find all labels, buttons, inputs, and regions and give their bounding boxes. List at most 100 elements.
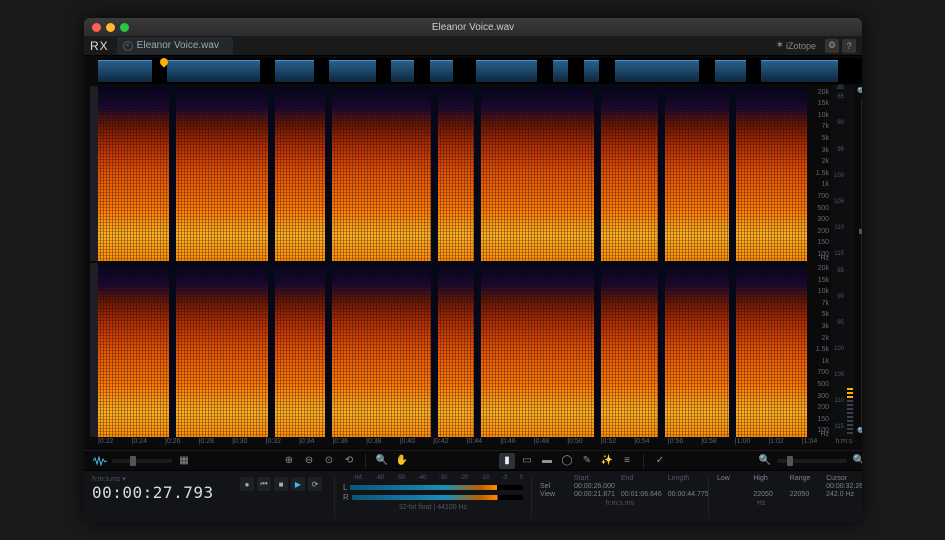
time-tick: |0:32 — [266, 438, 300, 450]
time-tick: |0:58 — [701, 438, 735, 450]
freq-tick: 15k — [818, 277, 829, 284]
freq-tick: 5k — [822, 311, 829, 318]
time-format-label[interactable]: h:m:s.ms ▾ — [92, 475, 232, 483]
meter-r-label: R — [343, 493, 349, 502]
spectrogram-view-icon[interactable]: ▦ — [176, 453, 192, 469]
spectrogram-top[interactable] — [98, 86, 807, 261]
waveform-view-icon[interactable] — [92, 453, 108, 469]
instant-process-icon[interactable]: ✓ — [652, 453, 668, 469]
horiz-zoom-slider[interactable] — [777, 459, 847, 463]
time-tick: |0:30 — [232, 438, 266, 450]
freq-tick: 15k — [818, 100, 829, 107]
time-tick: |0:36 — [333, 438, 367, 450]
time-tick: |0:22 — [98, 438, 132, 450]
zoom-sel-icon[interactable]: ⊙ — [321, 453, 337, 469]
time-tick: |0:46 — [500, 438, 534, 450]
loop-button[interactable]: ⟳ — [308, 477, 322, 491]
status-bar: h:m:s.ms ▾ 00:00:27.793 ● ⏮ ■ ▶ ⟳ -Inf.-… — [84, 470, 862, 522]
close-tab-icon[interactable]: × — [123, 41, 133, 51]
freq-tick: 2k — [822, 335, 829, 342]
brand-glyph-icon: ✶ — [776, 40, 784, 51]
freq-tick: 500 — [817, 205, 829, 212]
freq-tick: 20k — [818, 265, 829, 272]
gear-icon: ⚙ — [828, 40, 836, 51]
time-counter: 00:00:27.793 — [92, 483, 232, 502]
time-tick: |0:42 — [433, 438, 467, 450]
file-tab[interactable]: × Eleanor Voice.wav — [117, 37, 233, 55]
time-tick: |0:34 — [299, 438, 333, 450]
time-ruler[interactable]: |0:22|0:24|0:26|0:28|0:30|0:32|0:34|0:36… — [98, 438, 862, 450]
brush-select-icon[interactable]: ✎ — [579, 453, 595, 469]
freq-tick: 200 — [817, 228, 829, 235]
time-tick: |0:28 — [199, 438, 233, 450]
freq-tick: 700 — [817, 193, 829, 200]
time-tick: |0:52 — [601, 438, 635, 450]
zoom-freq-icon[interactable]: ⊖ — [301, 453, 317, 469]
meter-l — [350, 485, 523, 490]
file-tab-label: Eleanor Voice.wav — [137, 40, 219, 51]
time-tick: |0:50 — [567, 438, 601, 450]
app-logo: RX — [90, 39, 109, 53]
freq-tick: 1k — [822, 358, 829, 365]
spectrogram-bottom[interactable] — [98, 263, 807, 438]
meter-r — [352, 495, 523, 500]
time-tick: |1:00 — [735, 438, 769, 450]
meter-l-label: L — [343, 483, 347, 492]
record-button[interactable]: ● — [240, 477, 254, 491]
freq-tick: 700 — [817, 369, 829, 376]
horiz-zoom-fit-icon[interactable]: 🔍 — [851, 453, 862, 469]
titlebar: Eleanor Voice.wav — [84, 18, 862, 36]
rewind-button[interactable]: ⏮ — [257, 477, 271, 491]
freq-select-icon[interactable]: ▬ — [539, 453, 555, 469]
freq-tick: 300 — [817, 216, 829, 223]
freq-tick: 20k — [818, 89, 829, 96]
wand-select-icon[interactable]: ✨ — [599, 453, 615, 469]
stop-button[interactable]: ■ — [274, 477, 288, 491]
main-editor: 20k15k10k7k5k3k2k1.5k1k70050030020015010… — [84, 56, 862, 522]
grab-tool-icon[interactable]: ✋ — [394, 453, 410, 469]
freq-tick: 10k — [818, 288, 829, 295]
zoom-in-icon[interactable]: 🔍 — [857, 87, 862, 96]
time-tick: h:m:s — [835, 438, 862, 450]
time-tick: |0:26 — [165, 438, 199, 450]
transport-controls: ● ⏮ ■ ▶ ⟳ — [240, 477, 326, 491]
selection-info: StartEndLengthSel00:00:26.000View00:00:2… — [540, 475, 700, 498]
time-tick: |0:38 — [366, 438, 400, 450]
overview-strip[interactable] — [98, 58, 862, 84]
time-select-icon[interactable]: ▮ — [499, 453, 515, 469]
freq-tick: 300 — [817, 393, 829, 400]
channel-gutter — [90, 85, 98, 438]
freq-tick: 10k — [818, 112, 829, 119]
freq-tick: 7k — [822, 300, 829, 307]
settings-button[interactable]: ⚙ — [825, 39, 839, 53]
freq-tick: 5k — [822, 135, 829, 142]
audio-format: 32-bit float | 44100 Hz — [343, 504, 523, 511]
time-tick: |0:24 — [132, 438, 166, 450]
cursor-info: LowHighRangeCursor00:00:32.2652205022050… — [717, 475, 862, 498]
help-icon: ? — [846, 41, 851, 51]
time-tick: |0:56 — [668, 438, 702, 450]
harmonic-select-icon[interactable]: ≡ — [619, 453, 635, 469]
zoom-time-icon[interactable]: ⊕ — [281, 453, 297, 469]
opacity-slider[interactable] — [112, 459, 172, 463]
help-button[interactable]: ? — [842, 39, 856, 53]
freq-scale: 20k15k10k7k5k3k2k1.5k1k70050030020015010… — [807, 85, 831, 438]
lasso-select-icon[interactable]: ◯ — [559, 453, 575, 469]
time-tick: |0:48 — [534, 438, 568, 450]
time-tick: |0:40 — [400, 438, 434, 450]
zoom-out-icon[interactable]: 🔍 — [857, 427, 862, 436]
freq-tick: 500 — [817, 381, 829, 388]
timefreq-select-icon[interactable]: ▭ — [519, 453, 535, 469]
freq-tick: 2k — [822, 158, 829, 165]
zoom-tool-icon[interactable]: 🔍 — [374, 453, 390, 469]
info2-unit: Hz — [717, 500, 862, 507]
zoom-reset-icon[interactable]: ⟲ — [341, 453, 357, 469]
play-button[interactable]: ▶ — [291, 477, 305, 491]
vertical-zoom: 🔍 🔍 — [855, 85, 862, 438]
amplitude-ruler: dB 859095100105110115 859095100105110115 — [831, 85, 845, 438]
brand-label: iZotope — [786, 41, 816, 51]
horiz-zoom-icon[interactable]: 🔍 — [757, 453, 773, 469]
info-unit: h:m:s.ms — [540, 500, 700, 507]
freq-tick: 1.5k — [816, 170, 829, 177]
app-window: Eleanor Voice.wav RX × Eleanor Voice.wav… — [84, 18, 862, 522]
